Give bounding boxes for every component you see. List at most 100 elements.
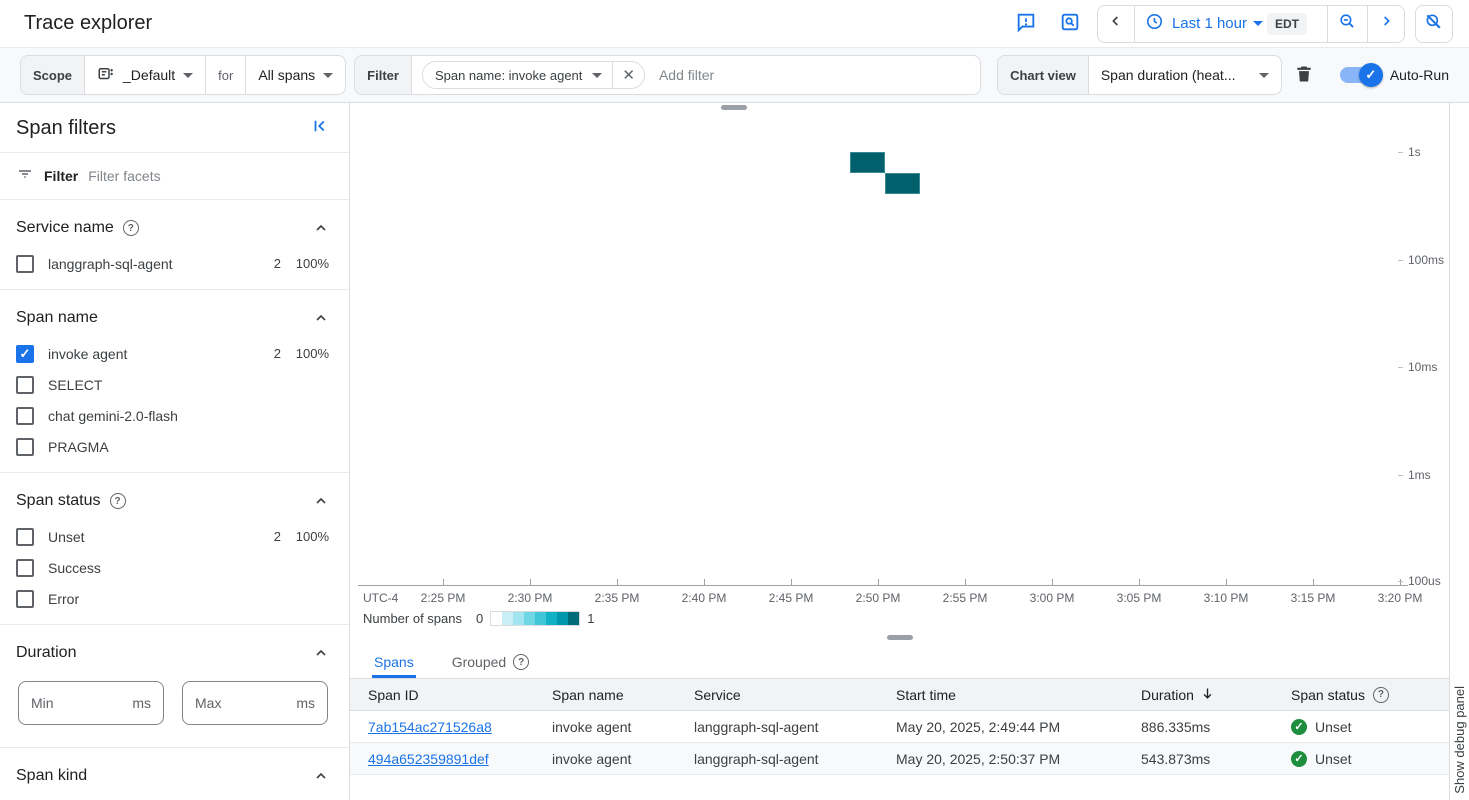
duration-min-input[interactable] <box>31 695 101 711</box>
duration-cell: 543.873ms <box>1141 751 1291 767</box>
help-icon[interactable]: ? <box>513 654 529 670</box>
add-filter-input[interactable] <box>649 56 980 94</box>
status-check-icon: ✓ <box>1291 751 1307 767</box>
time-back-button[interactable] <box>1098 6 1135 42</box>
delete-chart-button[interactable] <box>1294 63 1314 88</box>
facet-checkbox[interactable] <box>16 438 34 456</box>
x-axis-label: 3:15 PM <box>1291 591 1336 605</box>
tab-grouped[interactable]: Grouped ? <box>450 646 531 678</box>
facet-checkbox[interactable] <box>16 528 34 546</box>
facet-percent: 100% <box>281 529 329 544</box>
x-axis-label: 2:40 PM <box>682 591 727 605</box>
search-preview-button[interactable] <box>1053 7 1087 41</box>
column-header-label: Span ID <box>368 687 419 703</box>
search-off-button[interactable] <box>1415 5 1453 43</box>
x-axis-label: 3:10 PM <box>1204 591 1249 605</box>
service-cell: langgraph-sql-agent <box>694 751 896 767</box>
chart-view-control: Chart view Span duration (heat... <box>997 55 1282 95</box>
facet-row: chat gemini-2.0-flash <box>16 400 329 431</box>
span-filters-sidebar: Span filters Filter Service name?langgra… <box>0 103 350 800</box>
timezone-badge[interactable]: EDT <box>1267 13 1307 35</box>
tick-mark <box>1313 579 1314 585</box>
column-header-label: Service <box>694 687 741 703</box>
facet-section-title: Service name <box>16 219 114 237</box>
sort-desc-icon[interactable] <box>1200 686 1215 704</box>
tick-mark <box>1226 579 1227 585</box>
status-label: Unset <box>1315 751 1352 767</box>
span-id-link[interactable]: 494a652359891def <box>368 751 489 767</box>
feedback-button[interactable] <box>1009 7 1043 41</box>
facet-label: invoke agent <box>48 346 255 362</box>
chevron-up-icon[interactable] <box>313 493 329 509</box>
scope-dropdown[interactable]: _Default <box>85 56 206 94</box>
facet-section-header: Span name <box>16 298 329 338</box>
facet-section-header: Span status? <box>16 481 329 521</box>
sidebar-header: Span filters <box>0 103 349 153</box>
table-row: 494a652359891definvoke agentlanggraph-sq… <box>350 743 1449 775</box>
x-axis-label: 2:30 PM <box>508 591 553 605</box>
result-tabs: Spans Grouped ? <box>350 643 1449 679</box>
span-scope-dropdown[interactable]: All spans <box>246 56 345 94</box>
toggle-check-icon: ✓ <box>1359 63 1383 87</box>
time-forward-button[interactable] <box>1367 6 1404 42</box>
collapse-sidebar-icon[interactable] <box>311 117 329 140</box>
column-header-service[interactable]: Service <box>694 687 896 703</box>
duration-max-input[interactable] <box>195 695 265 711</box>
chevron-up-icon[interactable] <box>313 645 329 661</box>
column-header-label: Span status <box>1291 687 1365 703</box>
facet-filter-input[interactable] <box>88 168 333 184</box>
spans-table-body: 7ab154ac271526a8invoke agentlanggraph-sq… <box>350 711 1449 775</box>
help-icon[interactable]: ? <box>123 220 139 236</box>
help-icon[interactable]: ? <box>1373 687 1389 703</box>
time-range-dropdown[interactable]: Last 1 hour EDT <box>1135 6 1327 42</box>
chevron-down-icon <box>592 73 602 78</box>
legend-label: Number of spans <box>363 611 462 626</box>
time-range-control: Last 1 hour EDT <box>1097 5 1405 43</box>
search-box-icon <box>1059 11 1081 36</box>
heatmap-legend: Number of spans 0 1 <box>363 611 594 626</box>
facet-checkbox[interactable] <box>16 407 34 425</box>
facet-checkbox[interactable] <box>16 255 34 273</box>
show-debug-panel-button[interactable]: Show debug panel <box>1452 686 1467 794</box>
y-axis-label: 10ms <box>1408 360 1437 374</box>
auto-run-toggle[interactable]: ✓ <box>1340 67 1380 83</box>
heatmap-cell[interactable] <box>850 152 885 173</box>
start-time-cell: May 20, 2025, 2:49:44 PM <box>896 719 1141 735</box>
span-scope-value: All spans <box>258 67 315 83</box>
remove-filter-button[interactable]: ✕ <box>612 62 644 88</box>
column-header-duration[interactable]: Duration <box>1141 686 1291 704</box>
trace-scope-icon <box>97 65 115 86</box>
column-header-span-name[interactable]: Span name <box>552 687 694 703</box>
chart-view-dropdown[interactable]: Span duration (heat... <box>1089 56 1281 94</box>
heatmap-cell[interactable] <box>885 173 920 194</box>
x-axis-label: 2:50 PM <box>856 591 901 605</box>
legend-color-cell <box>524 612 535 625</box>
help-icon[interactable]: ? <box>110 493 126 509</box>
facet-section: Span kindInternal2100% <box>0 748 349 800</box>
y-axis-tick: 1ms <box>1398 468 1431 482</box>
column-header-start-time[interactable]: Start time <box>896 687 1141 703</box>
legend-color-cell <box>568 612 579 625</box>
facet-section: Span name✓invoke agent2100%SELECTchat ge… <box>0 290 349 473</box>
facet-section-header: Service name? <box>16 208 329 248</box>
facet-checkbox[interactable] <box>16 590 34 608</box>
column-header-span-status[interactable]: Span status? <box>1291 687 1449 703</box>
tab-spans[interactable]: Spans <box>372 646 416 678</box>
time-zoom-out-button[interactable] <box>1327 6 1367 42</box>
facet-section: Service name?langgraph-sql-agent2100% <box>0 200 349 290</box>
chevron-up-icon[interactable] <box>313 220 329 236</box>
filter-control: Filter Span name: invoke agent ✕ <box>354 55 981 95</box>
facet-checkbox[interactable]: ✓ <box>16 345 34 363</box>
chevron-down-icon <box>323 73 333 78</box>
span-id-link[interactable]: 7ab154ac271526a8 <box>368 719 492 735</box>
chevron-up-icon[interactable] <box>313 768 329 784</box>
facet-count: 2 <box>255 346 281 361</box>
filter-chip[interactable]: Span name: invoke agent ✕ <box>422 61 645 89</box>
column-header-span-id[interactable]: Span ID <box>350 687 552 703</box>
chevron-up-icon[interactable] <box>313 310 329 326</box>
facet-checkbox[interactable] <box>16 559 34 577</box>
facet-checkbox[interactable] <box>16 376 34 394</box>
panel-resize-handle-bottom[interactable] <box>887 635 913 640</box>
top-bar: Trace explorer <box>0 0 1469 48</box>
x-axis-label: 2:25 PM <box>421 591 466 605</box>
